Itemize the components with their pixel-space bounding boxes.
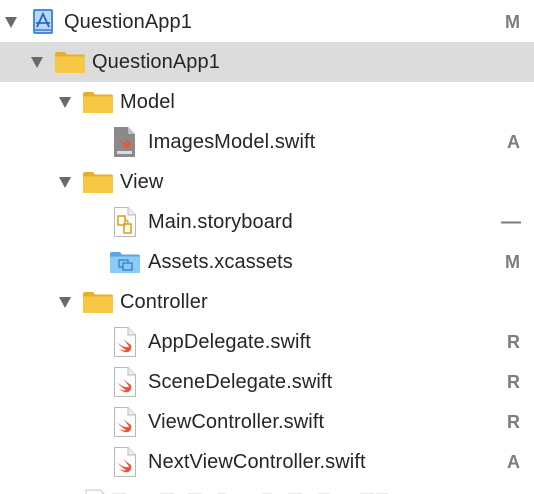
swift-file-icon <box>112 442 138 482</box>
source-control-status-badge: A <box>507 452 520 472</box>
file-name: ViewController.swift <box>148 411 325 433</box>
navigator-row-project[interactable]: QuestionApp1 M <box>0 2 534 42</box>
disclosure-triangle-expanded-icon[interactable] <box>59 177 71 188</box>
disclosure-triangle-expanded-icon[interactable] <box>59 297 71 308</box>
navigator-row-partial <box>0 484 534 494</box>
navigator-row-file-assets[interactable]: Assets.xcassets M <box>0 242 534 282</box>
source-control-status-badge: M <box>505 12 520 32</box>
folder-icon <box>82 162 114 202</box>
project-name: QuestionApp1 <box>64 11 192 33</box>
group-name: QuestionApp1 <box>92 51 220 73</box>
navigator-row-file-scenedelegate[interactable]: SceneDelegate.swift R <box>0 362 534 402</box>
navigator-row-file-imagesmodel[interactable]: ImagesModel.swift A <box>0 122 534 162</box>
asset-catalog-icon <box>108 242 142 282</box>
file-name: Assets.xcassets <box>148 251 293 273</box>
source-control-status-badge: R <box>507 372 520 392</box>
navigator-row-group-model[interactable]: Model <box>0 82 534 122</box>
folder-icon <box>54 42 86 82</box>
group-name: Model <box>120 91 175 113</box>
file-name: Main.storyboard <box>148 211 293 233</box>
file-name: ImagesModel.swift <box>148 131 316 153</box>
xcode-project-icon <box>30 2 56 42</box>
folder-icon <box>82 82 114 122</box>
group-name: View <box>120 171 164 193</box>
partial-row-fragments <box>85 489 388 494</box>
navigator-row-group-view[interactable]: View <box>0 162 534 202</box>
swift-file-icon <box>112 322 138 362</box>
navigator-row-group-questionapp1[interactable]: QuestionApp1 <box>0 42 534 82</box>
disclosure-triangle-expanded-icon[interactable] <box>59 97 71 108</box>
navigator-row-file-appdelegate[interactable]: AppDelegate.swift R <box>0 322 534 362</box>
project-navigator: QuestionApp1 M QuestionApp1 Model Images… <box>0 0 534 494</box>
swift-file-icon <box>112 402 138 442</box>
storyboard-icon <box>112 202 138 242</box>
source-control-status-badge: A <box>507 132 520 152</box>
folder-icon <box>82 282 114 322</box>
file-name: AppDelegate.swift <box>148 331 311 353</box>
navigator-row-file-viewcontroller[interactable]: ViewController.swift R <box>0 402 534 442</box>
source-control-status-badge: — <box>501 211 521 233</box>
swift-file-icon <box>112 362 138 402</box>
file-name: NextViewController.swift <box>148 451 366 473</box>
group-name: Controller <box>120 291 208 313</box>
file-name: SceneDelegate.swift <box>148 371 333 393</box>
swift-file-icon <box>112 122 138 162</box>
source-control-status-badge: M <box>505 252 520 272</box>
source-control-status-badge: R <box>507 332 520 352</box>
navigator-row-group-controller[interactable]: Controller <box>0 282 534 322</box>
disclosure-triangle-expanded-icon[interactable] <box>31 57 43 68</box>
source-control-status-badge: R <box>507 412 520 432</box>
navigator-row-file-nextviewcontroller[interactable]: NextViewController.swift A <box>0 442 534 482</box>
disclosure-triangle-expanded-icon[interactable] <box>5 17 17 28</box>
navigator-row-file-main-storyboard[interactable]: Main.storyboard — <box>0 202 534 242</box>
